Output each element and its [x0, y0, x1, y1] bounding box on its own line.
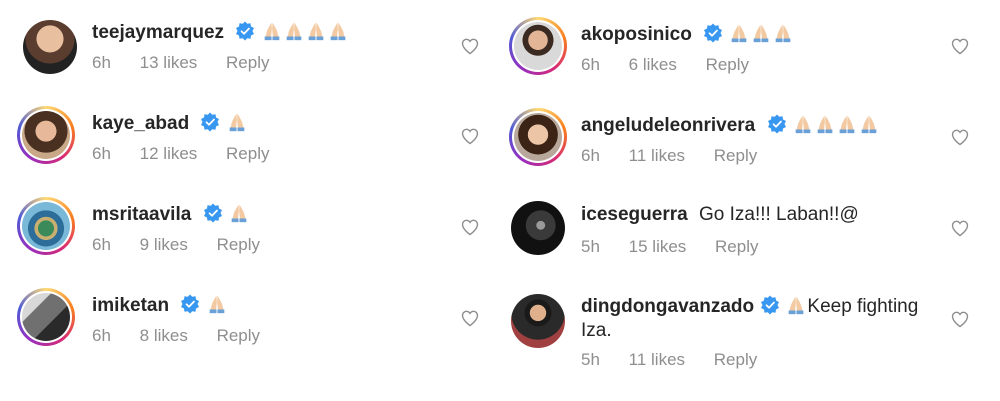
folded-hands-emoji-icon: [814, 113, 836, 135]
like-heart-icon[interactable]: [460, 126, 480, 146]
comments-column-right: akoposinico 6h 6 likes Reply angeludeleo…: [500, 0, 1000, 401]
comments-column-left: teejaymarquez 6h 13 likes Reply kaye_aba…: [0, 0, 500, 401]
folded-hands-emoji-icon: [327, 20, 349, 42]
avatar[interactable]: [509, 108, 567, 166]
verified-badge-icon: [180, 294, 200, 314]
reply-button[interactable]: Reply: [226, 53, 269, 72]
like-heart-icon[interactable]: [950, 218, 970, 238]
folded-hands-emoji-icon: [858, 113, 880, 135]
folded-hands-emoji-icon: [305, 20, 327, 42]
avatar[interactable]: [509, 199, 567, 257]
verified-badge-icon: [235, 21, 255, 41]
comment-time: 6h: [92, 235, 111, 254]
avatar[interactable]: [17, 197, 75, 255]
comment-username[interactable]: teejaymarquez: [92, 22, 224, 43]
like-heart-icon[interactable]: [950, 309, 970, 329]
comment-likes[interactable]: 13 likes: [140, 53, 198, 72]
like-heart-icon[interactable]: [950, 127, 970, 147]
folded-hands-emoji-icon: [228, 202, 250, 224]
emoji-row: [261, 22, 349, 43]
folded-hands-emoji-icon: [206, 293, 228, 315]
comment-time: 6h: [92, 144, 111, 163]
reply-button[interactable]: Reply: [714, 350, 757, 369]
reply-button[interactable]: Reply: [217, 326, 260, 345]
comment-time: 6h: [92, 326, 111, 345]
folded-hands-emoji-icon: [283, 20, 305, 42]
comment-time: 6h: [581, 146, 600, 165]
reply-button[interactable]: Reply: [706, 55, 749, 74]
folded-hands-emoji-icon: [836, 113, 858, 135]
comment-time: 5h: [581, 350, 600, 369]
emoji-row: [728, 24, 794, 45]
avatar[interactable]: [509, 17, 567, 75]
verified-badge-icon: [200, 112, 220, 132]
reply-button[interactable]: Reply: [714, 146, 757, 165]
comment-likes[interactable]: 8 likes: [140, 326, 188, 345]
reply-button[interactable]: Reply: [226, 144, 269, 163]
reply-button[interactable]: Reply: [715, 237, 758, 256]
comment-username[interactable]: akoposinico: [581, 24, 692, 45]
folded-hands-emoji-icon: [792, 113, 814, 135]
comment-username[interactable]: dingdongavanzado: [581, 296, 754, 317]
avatar[interactable]: [17, 288, 75, 346]
comment-time: 6h: [581, 55, 600, 74]
reply-button[interactable]: Reply: [217, 235, 260, 254]
verified-badge-icon: [203, 203, 223, 223]
folded-hands-emoji-icon: [772, 22, 794, 44]
avatar[interactable]: [509, 292, 567, 350]
folded-hands-emoji-icon: [226, 111, 248, 133]
folded-hands-emoji-icon: [261, 20, 283, 42]
folded-hands-emoji-icon: [785, 294, 807, 316]
comment-username[interactable]: iceseguerra: [581, 204, 688, 225]
like-heart-icon[interactable]: [460, 217, 480, 237]
avatar[interactable]: [17, 106, 75, 164]
comment-username[interactable]: angeludeleonrivera: [581, 115, 755, 136]
comment-username[interactable]: kaye_abad: [92, 113, 189, 134]
comment-username[interactable]: imiketan: [92, 295, 169, 316]
comment-text: Go Iza!!! Laban!!@: [698, 204, 859, 225]
comment-likes[interactable]: 12 likes: [140, 144, 198, 163]
comment-likes[interactable]: 6 likes: [629, 55, 677, 74]
folded-hands-emoji-icon: [750, 22, 772, 44]
comment-time: 5h: [581, 237, 600, 256]
like-heart-icon[interactable]: [460, 308, 480, 328]
emoji-row: [792, 115, 880, 136]
comment-likes[interactable]: 11 likes: [629, 350, 685, 369]
like-heart-icon[interactable]: [950, 36, 970, 56]
folded-hands-emoji-icon: [728, 22, 750, 44]
verified-badge-icon: [703, 23, 723, 43]
avatar[interactable]: [21, 18, 79, 76]
comment-username[interactable]: msritaavila: [92, 204, 191, 225]
like-heart-icon[interactable]: [460, 36, 480, 56]
comment-time: 6h: [92, 53, 111, 72]
comment-likes[interactable]: 15 likes: [629, 237, 687, 256]
verified-badge-icon: [760, 295, 780, 315]
comment-likes[interactable]: 11 likes: [629, 146, 685, 165]
verified-badge-icon: [767, 114, 787, 134]
comment-likes[interactable]: 9 likes: [140, 235, 188, 254]
